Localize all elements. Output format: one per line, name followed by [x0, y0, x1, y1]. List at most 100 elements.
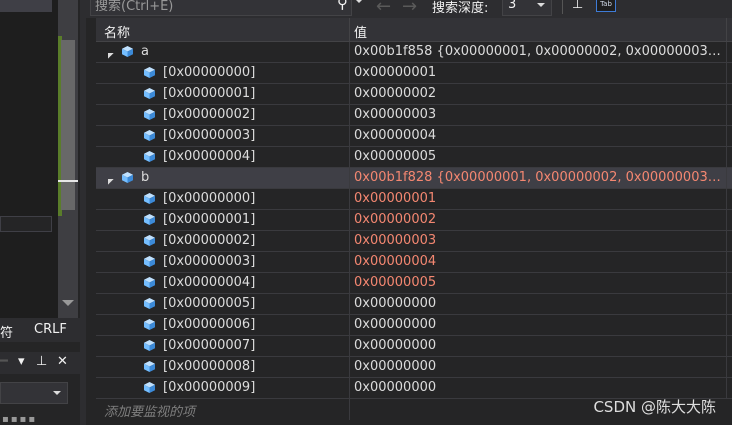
column-divider: [349, 357, 350, 378]
watch-row-element[interactable]: [0x00000006] 0x00000000: [96, 315, 732, 336]
watch-row-value[interactable]: 0x00000004: [354, 254, 724, 269]
status-encoding: 符: [0, 326, 14, 341]
watch-row-value[interactable]: 0x00000005: [354, 275, 724, 290]
watch-row-element[interactable]: [0x00000002] 0x00000003: [96, 231, 732, 252]
watch-row-b[interactable]: b 0x00b1f828 {0x00000001, 0x00000002, 0x0…: [96, 168, 732, 189]
watch-row-value[interactable]: 0x00000000: [354, 296, 724, 311]
watch-row-name: b: [141, 170, 150, 185]
column-divider[interactable]: [726, 18, 727, 42]
variable-cube-icon: [144, 256, 155, 267]
watch-row-element[interactable]: [0x00000004] 0x00000005: [96, 147, 732, 168]
variable-cube-icon: [144, 235, 155, 246]
editor-area[interactable]: [0, 0, 58, 318]
watch-window: ⚲ ← → 搜索深度: 3 ⊥ Tab 名称 值 a 0x00b1f858 {0x…: [86, 0, 732, 425]
watch-row-element[interactable]: [0x00000007] 0x00000000: [96, 336, 732, 357]
watch-row-element[interactable]: [0x00000008] 0x00000000: [96, 357, 732, 378]
scrollbar-thumb[interactable]: [61, 40, 75, 210]
watch-row-name: [0x00000004]: [163, 275, 256, 290]
watch-row-value[interactable]: 0x00000003: [354, 233, 724, 248]
status-bar: 符 CRLF: [0, 318, 80, 342]
pin-icon[interactable]: ⊥: [36, 354, 47, 369]
watch-row-element[interactable]: [0x00000000] 0x00000001: [96, 189, 732, 210]
column-divider: [349, 210, 350, 231]
variable-cube-icon: [122, 172, 133, 183]
watch-row-element[interactable]: [0x00000001] 0x00000002: [96, 210, 732, 231]
watch-row-value[interactable]: 0x00b1f828 {0x00000001, 0x00000002, 0x00…: [354, 170, 724, 185]
watch-row-name: [0x00000008]: [163, 359, 256, 374]
grid-header: 名称 值: [96, 18, 732, 42]
column-divider: [349, 252, 350, 273]
panel-dropdown[interactable]: [0, 382, 68, 404]
search-previous-icon[interactable]: ←: [376, 0, 391, 17]
watch-row-element[interactable]: [0x00000003] 0x00000004: [96, 252, 732, 273]
vertical-scrollbar[interactable]: [58, 0, 78, 318]
watch-row-value[interactable]: 0x00b1f858 {0x00000001, 0x00000002, 0x00…: [354, 44, 724, 59]
watch-row-a[interactable]: a 0x00b1f858 {0x00000001, 0x00000002, 0x0…: [96, 42, 732, 63]
watch-row-value[interactable]: 0x00000002: [354, 212, 724, 227]
search-next-icon[interactable]: →: [402, 0, 417, 17]
watch-row-value[interactable]: 0x00000000: [354, 380, 724, 395]
column-divider: [349, 105, 350, 126]
variable-cube-icon: [144, 109, 155, 120]
column-divider: [726, 189, 727, 210]
column-divider: [349, 336, 350, 357]
column-header-value[interactable]: 值: [354, 22, 367, 41]
watch-row-value[interactable]: 0x00000003: [354, 107, 724, 122]
column-divider: [349, 273, 350, 294]
column-divider[interactable]: [349, 18, 350, 42]
watch-row-value[interactable]: 0x00000000: [354, 338, 724, 353]
watch-row-element[interactable]: [0x00000003] 0x00000004: [96, 126, 732, 147]
column-divider: [726, 357, 727, 378]
column-divider: [349, 168, 350, 189]
watch-row-value[interactable]: 0x00000001: [354, 191, 724, 206]
watch-row-value[interactable]: 0x00000000: [354, 317, 724, 332]
watch-row-value[interactable]: 0x00000000: [354, 359, 724, 374]
add-watch-placeholder[interactable]: 添加要监视的项: [104, 401, 195, 420]
search-icon[interactable]: ⚲: [337, 0, 348, 12]
watch-row-value[interactable]: 0x00000004: [354, 128, 724, 143]
status-line-ending[interactable]: CRLF: [34, 322, 67, 337]
tab-icon[interactable]: Tab: [596, 0, 616, 12]
search-options-icon[interactable]: [355, 0, 363, 3]
column-header-name[interactable]: 名称: [104, 22, 130, 41]
watch-row-element[interactable]: [0x00000005] 0x00000000: [96, 294, 732, 315]
variable-cube-icon: [144, 382, 155, 393]
variable-cube-icon: [144, 277, 155, 288]
watch-row-element[interactable]: [0x00000000] 0x00000001: [96, 63, 732, 84]
watch-row-value[interactable]: 0x00000002: [354, 86, 724, 101]
scroll-down-icon[interactable]: [62, 300, 74, 306]
column-divider: [726, 378, 727, 399]
expand-toggle-icon[interactable]: [102, 173, 114, 185]
watch-row-name: [0x00000006]: [163, 317, 256, 332]
column-divider: [726, 273, 727, 294]
search-input[interactable]: [95, 0, 325, 14]
search-box[interactable]: ⚲: [90, 0, 363, 16]
column-divider: [349, 231, 350, 252]
chevron-down-icon: [53, 391, 61, 395]
column-divider: [726, 105, 727, 126]
watermark: CSDN @陈大大陈: [593, 398, 716, 416]
expand-toggle-icon[interactable]: [102, 47, 114, 59]
panel-title: ━: [0, 354, 8, 369]
variable-cube-icon: [122, 46, 133, 57]
watch-toolbar: ⚲ ← → 搜索深度: 3 ⊥ Tab: [86, 0, 732, 18]
variable-cube-icon: [144, 319, 155, 330]
search-depth-select[interactable]: 3: [502, 0, 552, 16]
watch-rows: a 0x00b1f858 {0x00000001, 0x00000002, 0x0…: [96, 42, 732, 420]
column-divider: [726, 126, 727, 147]
window-position-dropdown-icon[interactable]: ▾: [18, 354, 25, 369]
watch-row-name: [0x00000005]: [163, 296, 256, 311]
pin-icon[interactable]: ⊥: [572, 0, 583, 12]
column-divider: [726, 168, 727, 189]
watch-row-value[interactable]: 0x00000005: [354, 149, 724, 164]
close-icon[interactable]: ✕: [57, 354, 68, 369]
search-depth-value: 3: [508, 0, 517, 12]
watch-row-element[interactable]: [0x00000001] 0x00000002: [96, 84, 732, 105]
watch-row-name: [0x00000002]: [163, 107, 256, 122]
search-depth-label: 搜索深度:: [432, 1, 489, 16]
editor-input-box[interactable]: [0, 216, 52, 232]
watch-row-element[interactable]: [0x00000002] 0x00000003: [96, 105, 732, 126]
watch-row-element[interactable]: [0x00000004] 0x00000005: [96, 273, 732, 294]
overflow-dots: ▪▪▪▪: [2, 414, 38, 425]
watch-row-value[interactable]: 0x00000001: [354, 65, 724, 80]
